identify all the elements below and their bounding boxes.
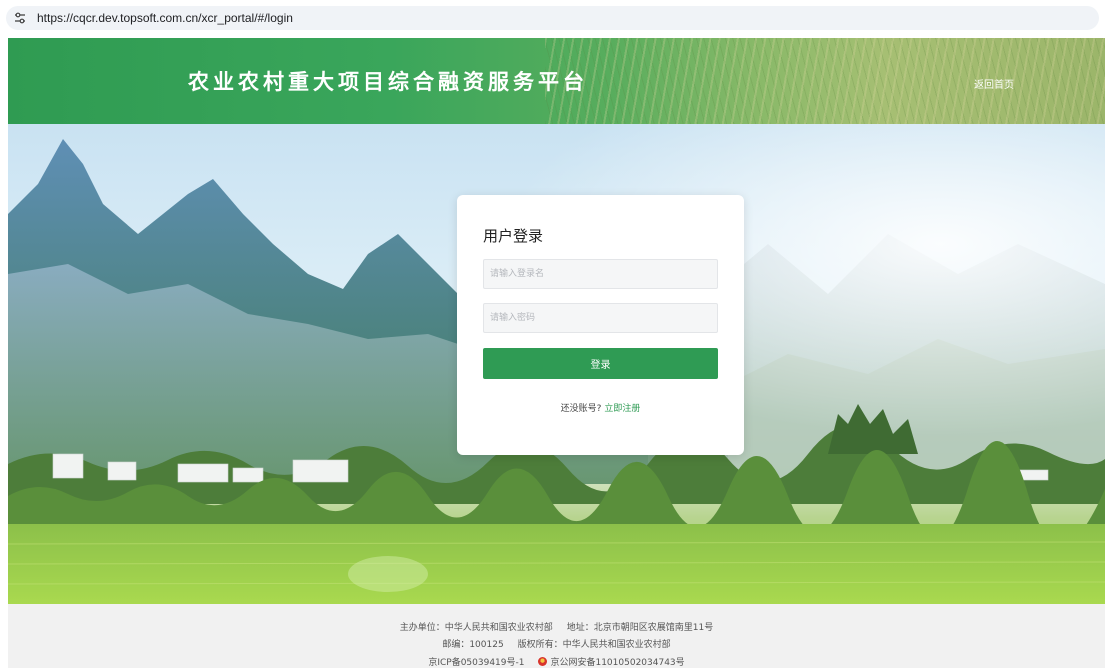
footer-line-sponsor: 主办单位：中华人民共和国农业农村部 地址：北京市朝阳区农展馆南里11号 (8, 620, 1105, 633)
footer-line-copyright: 邮编：100125 版权所有：中华人民共和国农业农村部 (8, 637, 1105, 650)
login-title: 用户登录 (483, 227, 544, 245)
password-input[interactable] (483, 303, 718, 333)
url-text[interactable]: https://cqcr.dev.topsoft.com.cn/xcr_port… (37, 10, 293, 26)
footer-postcode: 邮编：100125 (442, 640, 504, 650)
site-footer: 主办单位：中华人民共和国农业农村部 地址：北京市朝阳区农展馆南里11号 邮编：10… (8, 604, 1105, 668)
footer-police-record[interactable]: 京公网安备11010502034743号 (550, 658, 684, 668)
register-prompt: 还没账号? 立即注册 (457, 401, 744, 414)
footer-line-records: 京ICP备05039419号-1 京公网安备11010502034743号 (8, 655, 1105, 668)
login-button[interactable]: 登录 (483, 348, 718, 379)
login-card: 用户登录 登录 还没账号?立即注册 (457, 195, 744, 455)
police-badge-icon (538, 657, 548, 666)
footer-address: 地址：北京市朝阳区农展馆南里11号 (566, 623, 714, 633)
footer-sponsor: 主办单位：中华人民共和国农业农村部 (399, 623, 553, 633)
site-title: 农业农村重大项目综合融资服务平台 (188, 69, 588, 94)
footer-copyright: 版权所有：中华人民共和国农业农村部 (517, 640, 671, 650)
url-field[interactable]: https://cqcr.dev.topsoft.com.cn/xcr_port… (6, 6, 1099, 30)
site-header: 农业农村重大项目综合融资服务平台 返回首页 (8, 38, 1105, 124)
tune-icon[interactable] (13, 11, 27, 25)
header-wheat-background (545, 38, 1105, 124)
home-link[interactable]: 返回首页 (974, 76, 1014, 91)
footer-icp[interactable]: 京ICP备05039419号-1 (428, 658, 524, 668)
register-link[interactable]: 立即注册 (604, 404, 640, 414)
username-input[interactable] (483, 259, 718, 289)
browser-address-bar: https://cqcr.dev.topsoft.com.cn/xcr_port… (0, 0, 1105, 36)
no-account-text: 还没账号? (560, 404, 602, 414)
